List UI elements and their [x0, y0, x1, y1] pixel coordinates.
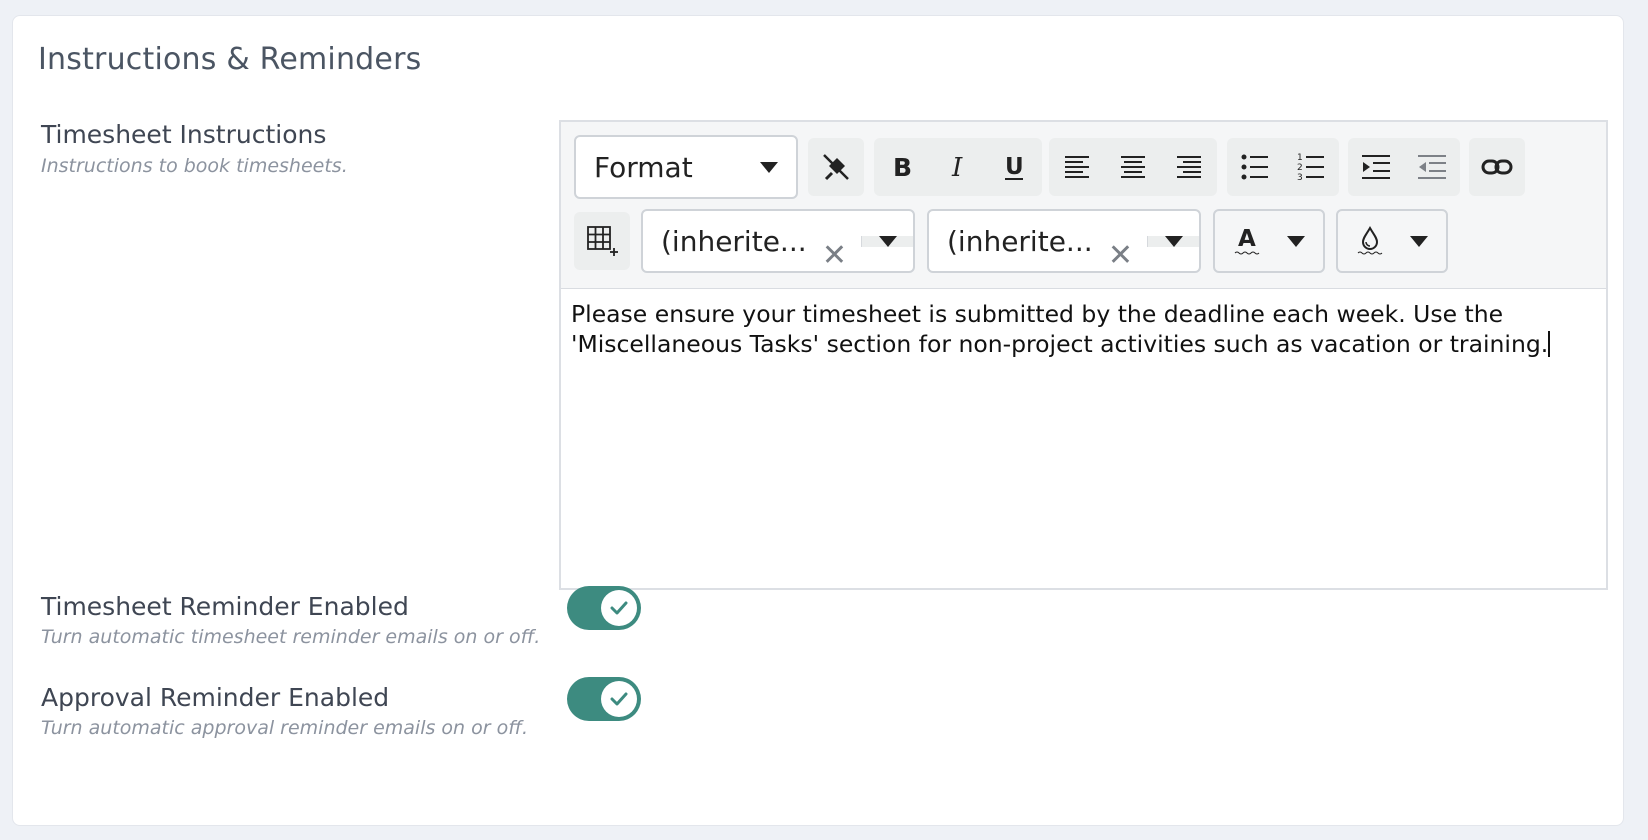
text-cursor	[1548, 331, 1551, 357]
outdent-button[interactable]	[1404, 138, 1460, 196]
svg-text:U: U	[1005, 154, 1024, 180]
svg-text:1: 1	[1297, 153, 1303, 163]
svg-text:B: B	[893, 153, 912, 181]
svg-text:2: 2	[1297, 163, 1303, 173]
toggle-knob	[601, 681, 637, 717]
insert-table-button[interactable]	[574, 212, 630, 270]
align-left-button[interactable]	[1049, 138, 1105, 196]
align-center-icon	[1121, 156, 1145, 178]
bullet-list-icon	[1241, 154, 1268, 180]
table-icon	[587, 226, 618, 256]
underline-icon: U	[1005, 154, 1024, 180]
underline-button[interactable]: U	[986, 138, 1042, 196]
bullet-list-button[interactable]	[1227, 138, 1283, 196]
svg-text:I: I	[951, 153, 963, 181]
format-select[interactable]: Format	[574, 135, 798, 199]
text-color-button[interactable]: A	[1213, 209, 1325, 273]
link-icon	[1481, 159, 1513, 175]
clear-format-group	[808, 138, 864, 196]
chevron-down-icon	[1410, 235, 1428, 247]
clear-font-family-icon[interactable]: ✕	[822, 240, 847, 271]
svg-text:3: 3	[1297, 173, 1303, 182]
alignment-group	[1049, 138, 1217, 196]
format-select-label: Format	[594, 150, 693, 184]
italic-button[interactable]: I	[930, 138, 986, 196]
timesheet-reminder-help: Turn automatic timesheet reminder emails…	[41, 626, 541, 648]
clear-format-icon	[823, 154, 849, 181]
bold-button[interactable]: B	[874, 138, 930, 196]
chevron-down-icon	[1164, 235, 1183, 247]
background-color-icon	[1357, 225, 1383, 255]
toggle-knob	[601, 590, 637, 626]
rich-text-editor: Format B I U 1 2 3 (inherite... ✕ (inher…	[559, 120, 1608, 590]
bold-icon: B	[893, 153, 912, 181]
clear-font-size-icon[interactable]: ✕	[1108, 240, 1133, 271]
svg-text:A: A	[1238, 226, 1256, 252]
indent-group	[1348, 138, 1460, 196]
chevron-down-icon	[1287, 235, 1305, 247]
clear-format-button[interactable]	[808, 138, 864, 196]
timesheet-reminder-toggle[interactable]	[567, 586, 641, 630]
background-color-button[interactable]	[1336, 209, 1448, 273]
link-button[interactable]	[1469, 138, 1525, 196]
font-family-dropdown-button[interactable]	[861, 235, 913, 247]
align-center-button[interactable]	[1105, 138, 1161, 196]
editor-toolbar: Format B I U 1 2 3 (inherite... ✕ (inher…	[561, 122, 1606, 289]
font-size-select[interactable]: (inherite... ✕	[927, 209, 1201, 273]
timesheet-reminder-label: Timesheet Reminder Enabled	[41, 592, 409, 621]
section-title: Instructions & Reminders	[38, 42, 422, 77]
approval-reminder-help: Turn automatic approval reminder emails …	[41, 717, 528, 739]
align-left-icon	[1065, 156, 1089, 178]
table-group	[574, 212, 630, 270]
indent-icon	[1362, 155, 1390, 179]
numbered-list-button[interactable]: 123	[1283, 138, 1339, 196]
check-icon	[610, 601, 628, 615]
align-right-icon	[1177, 156, 1201, 178]
chevron-down-icon	[760, 161, 778, 173]
indent-button[interactable]	[1348, 138, 1404, 196]
chevron-down-icon	[878, 235, 897, 247]
align-right-button[interactable]	[1161, 138, 1217, 196]
text-color-icon: A	[1234, 226, 1260, 255]
font-family-select[interactable]: (inherite... ✕	[641, 209, 915, 273]
settings-card: Instructions & Reminders Timesheet Instr…	[12, 15, 1624, 826]
list-group: 123	[1227, 138, 1339, 196]
instructions-label: Timesheet Instructions	[41, 120, 327, 149]
link-group	[1469, 138, 1525, 196]
approval-reminder-toggle[interactable]	[567, 677, 641, 721]
approval-reminder-label: Approval Reminder Enabled	[41, 683, 390, 712]
instructions-help: Instructions to book timesheets.	[41, 155, 348, 177]
check-icon	[610, 692, 628, 706]
italic-icon: I	[951, 153, 963, 181]
editor-content-text: Please ensure your timesheet is submitte…	[571, 300, 1549, 358]
font-size-value: (inherite...	[947, 224, 1093, 258]
editor-content-area[interactable]: Please ensure your timesheet is submitte…	[561, 289, 1606, 588]
font-family-value: (inherite...	[661, 224, 807, 258]
numbered-list-icon: 123	[1297, 153, 1324, 182]
outdent-icon	[1418, 155, 1446, 179]
font-size-dropdown-button[interactable]	[1147, 235, 1199, 247]
text-style-group: B I U	[874, 138, 1042, 196]
